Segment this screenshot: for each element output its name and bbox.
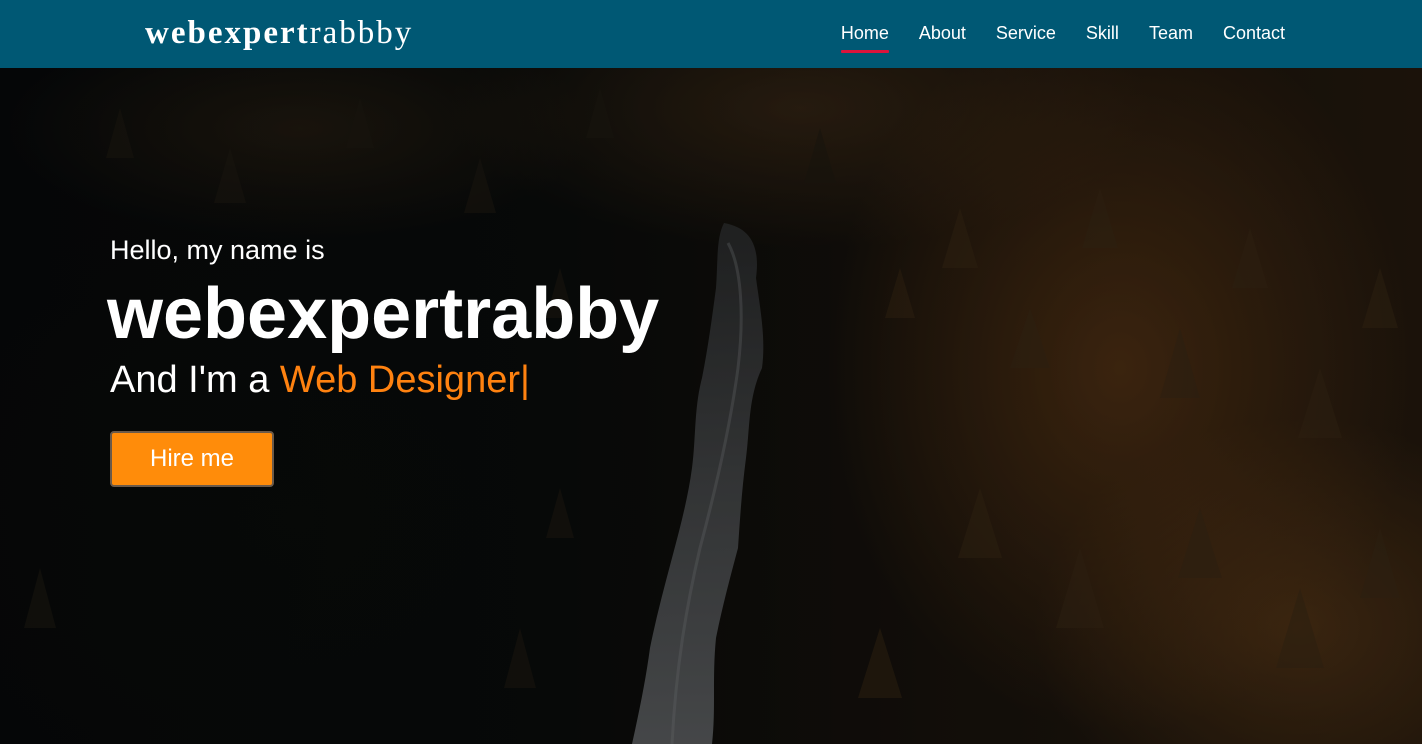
nav-link-home[interactable]: Home [840, 0, 889, 53]
hero-role-line: And I'm a Web Designer| [110, 358, 659, 402]
hero-section: Hello, my name is webexpertrabby And I'm… [0, 68, 1422, 744]
hero-role-prefix: And I'm a [110, 359, 270, 401]
hero-role: Web Designer [279, 359, 520, 401]
logo-light-text: rabbby [309, 15, 414, 51]
nav-link-about[interactable]: About [919, 0, 966, 44]
logo-bold-text: webexpert [145, 15, 310, 51]
nav-link-service[interactable]: Service [996, 0, 1056, 44]
top-navbar: webexpertrabbby Home About Service Skill… [0, 0, 1422, 68]
nav-link-contact[interactable]: Contact [1223, 0, 1285, 44]
site-logo[interactable]: webexpertrabbby [145, 13, 413, 53]
hero-greeting: Hello, my name is [110, 235, 325, 265]
hero-content: Hello, my name is webexpertrabby And I'm… [107, 234, 660, 487]
nav-link-team[interactable]: Team [1149, 0, 1193, 44]
portfolio-page: webexpertrabbby Home About Service Skill… [0, 0, 1422, 744]
hire-me-button[interactable]: Hire me [110, 431, 274, 487]
nav-menu: Home About Service Skill Team Contact [811, 0, 1285, 68]
nav-link-skill[interactable]: Skill [1086, 0, 1119, 44]
typing-cursor: | [520, 359, 530, 401]
hero-name: webexpertrabby [107, 274, 660, 354]
